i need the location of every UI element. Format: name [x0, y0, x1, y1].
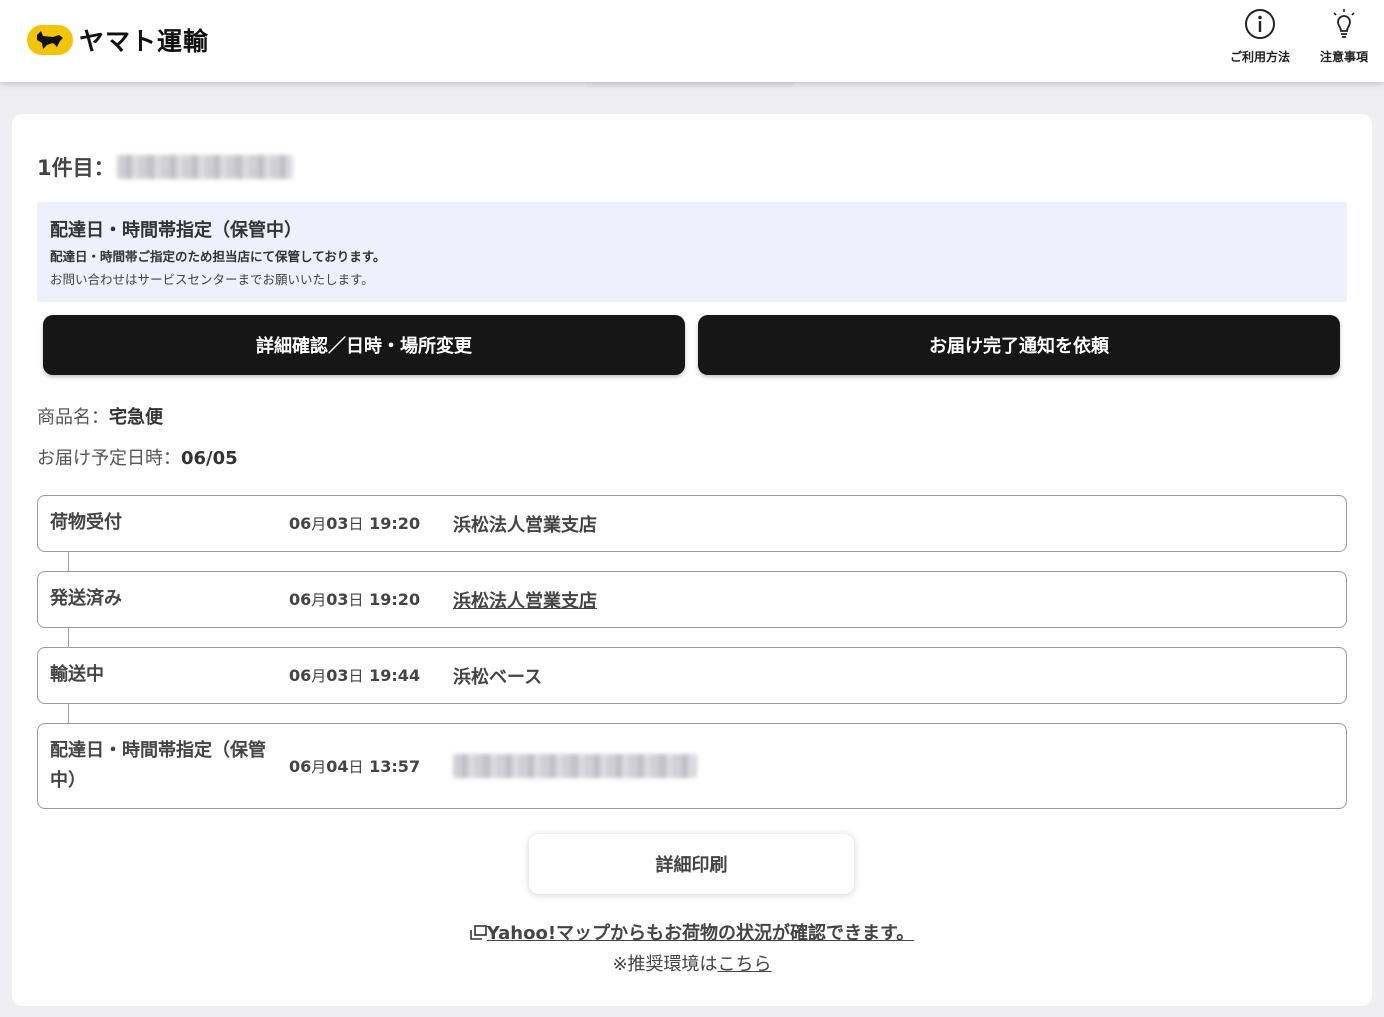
- timeline-status: 荷物受付: [50, 512, 122, 533]
- item-count-label: 1件目：: [37, 156, 115, 180]
- timeline-item: 配達日・時間帯指定（保管中） 06月04日 13:57: [37, 723, 1347, 809]
- timeline-datetime: 06月03日 19:20: [289, 514, 421, 533]
- shipment-card: 1件目： 配達日・時間帯指定（保管中） 配達日・時間帯ご指定のため担当店にて保管…: [12, 114, 1372, 1006]
- header-tab-shadow: [585, 82, 795, 88]
- timeline-place-link[interactable]: 浜松法人営業支店: [453, 587, 597, 613]
- brand-logo[interactable]: ヤマト運輸: [27, 22, 209, 58]
- brand-name: ヤマト運輸: [79, 27, 210, 56]
- info-icon: [1245, 9, 1275, 39]
- yahoo-map-row: Yahoo!マップからもお荷物の状況が確認できます。: [12, 919, 1372, 945]
- timeline-status: 発送済み: [50, 588, 122, 609]
- timeline-item: 荷物受付 06月03日 19:20 浜松法人営業支店: [37, 495, 1347, 552]
- status-notice: 配達日・時間帯指定（保管中） 配達日・時間帯ご指定のため担当店にて保管しておりま…: [37, 202, 1347, 302]
- usage-guide-link[interactable]: ご利用方法: [1221, 8, 1299, 65]
- recommended-env-link[interactable]: こちら: [718, 954, 772, 975]
- notes-link[interactable]: 注意事項: [1305, 8, 1383, 65]
- print-details-button[interactable]: 詳細印刷: [529, 834, 854, 894]
- delivery-date-label: お届け予定日時：: [37, 448, 181, 469]
- timeline-item: 発送済み 06月03日 19:20 浜松法人営業支店: [37, 571, 1347, 628]
- tracking-number-row: 1件目：: [37, 152, 293, 182]
- black-cat-logo-icon: [27, 25, 73, 55]
- product-info: 商品名：宅急便: [37, 403, 163, 429]
- notes-label: 注意事項: [1319, 50, 1368, 64]
- usage-guide-label: ご利用方法: [1229, 50, 1290, 64]
- notice-title: 配達日・時間帯指定（保管中）: [50, 220, 302, 241]
- timeline-connector: [68, 552, 69, 571]
- external-window-icon: [469, 925, 487, 940]
- detail-change-button[interactable]: 詳細確認／日時・場所変更: [43, 315, 685, 375]
- timeline-connector: [68, 628, 69, 647]
- timeline-connector: [68, 704, 69, 723]
- product-value: 宅急便: [109, 407, 163, 428]
- timeline-place-redacted: [453, 754, 697, 783]
- timeline-datetime: 06月03日 19:20: [289, 590, 421, 609]
- timeline-place: 浜松法人営業支店: [453, 515, 597, 536]
- notice-message: 配達日・時間帯ご指定のため担当店にて保管しております。: [50, 249, 386, 264]
- site-header: ヤマト運輸 ご利用方法 注意事項: [0, 0, 1384, 82]
- timeline-item: 輸送中 06月03日 19:44 浜松ベース: [37, 647, 1347, 704]
- timeline-status: 輸送中: [50, 664, 104, 685]
- redacted-address: [453, 754, 697, 778]
- lightbulb-icon: [1333, 9, 1355, 38]
- timeline-place: 浜松ベース: [453, 667, 543, 688]
- delivery-notification-button[interactable]: お届け完了通知を依頼: [698, 315, 1340, 375]
- recommended-env-label: ※推奨環境は: [612, 954, 718, 975]
- timeline-datetime: 06月03日 19:44: [289, 666, 421, 685]
- product-label: 商品名：: [37, 407, 109, 428]
- delivery-date-info: お届け予定日時：06/05: [37, 444, 238, 470]
- timeline-status: 配達日・時間帯指定（保管中）: [50, 740, 266, 791]
- timeline-datetime: 06月04日 13:57: [289, 757, 421, 776]
- delivery-date-value: 06/05: [181, 448, 238, 469]
- yahoo-map-link[interactable]: Yahoo!マップからもお荷物の状況が確認できます。: [487, 923, 914, 944]
- tracking-number-redacted: [116, 155, 293, 179]
- notice-contact: お問い合わせはサービスセンターまでお願いいたします。: [50, 272, 374, 287]
- recommended-env-row: ※推奨環境はこちら: [12, 950, 1372, 976]
